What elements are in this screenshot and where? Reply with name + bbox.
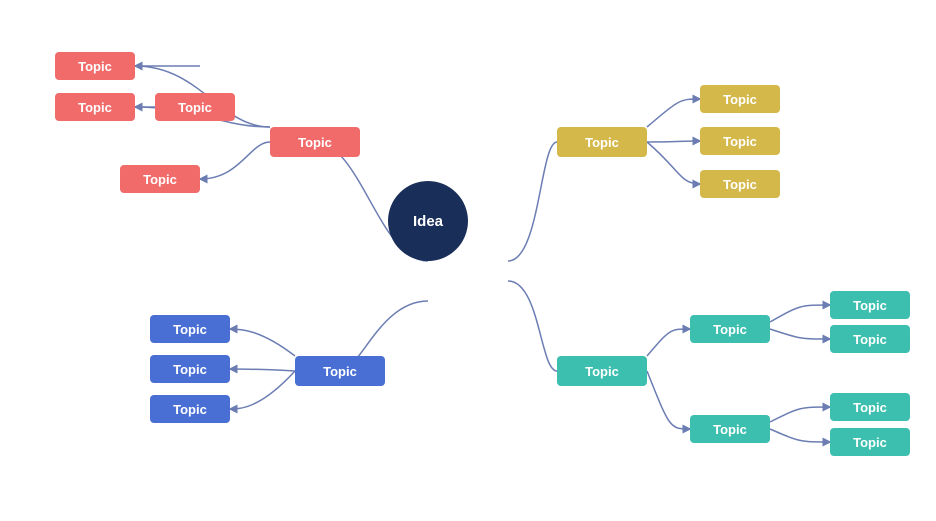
- node-label: Topic: [723, 92, 757, 107]
- node-label: Topic: [853, 435, 887, 450]
- bot-left-branch-node[interactable]: Topic: [295, 356, 385, 386]
- node-label: Topic: [78, 59, 112, 74]
- br-sub1b-node[interactable]: Topic: [830, 325, 910, 353]
- node-label: Topic: [585, 364, 619, 379]
- br-sub2b-node[interactable]: Topic: [830, 428, 910, 456]
- connections-svg: [0, 0, 936, 521]
- node-label: Topic: [853, 332, 887, 347]
- bl-sub3-node[interactable]: Topic: [150, 395, 230, 423]
- tr-sub3-node[interactable]: Topic: [700, 170, 780, 198]
- node-label: Topic: [173, 322, 207, 337]
- bot-right-branch-node[interactable]: Topic: [557, 356, 647, 386]
- bl-sub1-node[interactable]: Topic: [150, 315, 230, 343]
- node-label: Topic: [323, 364, 357, 379]
- node-label: Topic: [713, 422, 747, 437]
- node-label: Topic: [78, 100, 112, 115]
- node-label: Topic: [713, 322, 747, 337]
- node-label: Topic: [173, 362, 207, 377]
- br-mid2-node[interactable]: Topic: [690, 415, 770, 443]
- tr-sub2-node[interactable]: Topic: [700, 127, 780, 155]
- node-label: Topic: [143, 172, 177, 187]
- node-label: Topic: [173, 402, 207, 417]
- node-label: Topic: [853, 400, 887, 415]
- br-mid1-node[interactable]: Topic: [690, 315, 770, 343]
- node-label: Topic: [853, 298, 887, 313]
- tl-sub3-node[interactable]: Topic: [120, 165, 200, 193]
- tl-sub2a-node[interactable]: Topic: [55, 93, 135, 121]
- top-right-branch-node[interactable]: Topic: [557, 127, 647, 157]
- center-node[interactable]: Idea: [388, 181, 468, 261]
- node-label: Topic: [723, 134, 757, 149]
- center-label: Idea: [413, 213, 443, 230]
- tr-sub1-node[interactable]: Topic: [700, 85, 780, 113]
- bl-sub2-node[interactable]: Topic: [150, 355, 230, 383]
- tl-sub2b-node[interactable]: Topic: [155, 93, 235, 121]
- tl-sub1-node[interactable]: Topic: [55, 52, 135, 80]
- br-sub1a-node[interactable]: Topic: [830, 291, 910, 319]
- node-label: Topic: [298, 135, 332, 150]
- br-sub2a-node[interactable]: Topic: [830, 393, 910, 421]
- top-left-branch-node[interactable]: Topic: [270, 127, 360, 157]
- node-label: Topic: [178, 100, 212, 115]
- node-label: Topic: [723, 177, 757, 192]
- mind-map-canvas: Idea Topic Topic Topic Topic Topic Topic…: [0, 0, 936, 521]
- node-label: Topic: [585, 135, 619, 150]
